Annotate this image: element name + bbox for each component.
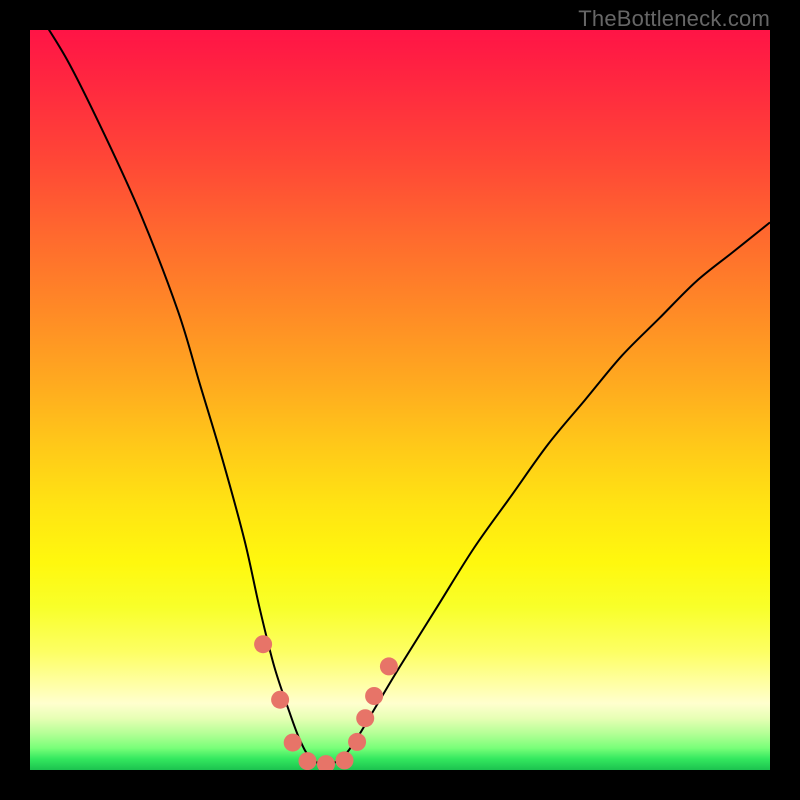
plot-area bbox=[30, 30, 770, 770]
chart-frame: TheBottleneck.com bbox=[0, 0, 800, 800]
bottleneck-curve-svg bbox=[30, 30, 770, 770]
curve-marker bbox=[271, 691, 289, 709]
curve-marker bbox=[365, 687, 383, 705]
marker-group bbox=[254, 635, 398, 770]
bottleneck-curve bbox=[30, 30, 770, 764]
curve-marker bbox=[336, 751, 354, 769]
curve-marker bbox=[317, 755, 335, 770]
watermark-text: TheBottleneck.com bbox=[578, 6, 770, 32]
curve-marker bbox=[284, 734, 302, 752]
curve-marker bbox=[356, 709, 374, 727]
curve-marker bbox=[348, 733, 366, 751]
curve-marker bbox=[254, 635, 272, 653]
curve-marker bbox=[380, 657, 398, 675]
curve-marker bbox=[299, 752, 317, 770]
